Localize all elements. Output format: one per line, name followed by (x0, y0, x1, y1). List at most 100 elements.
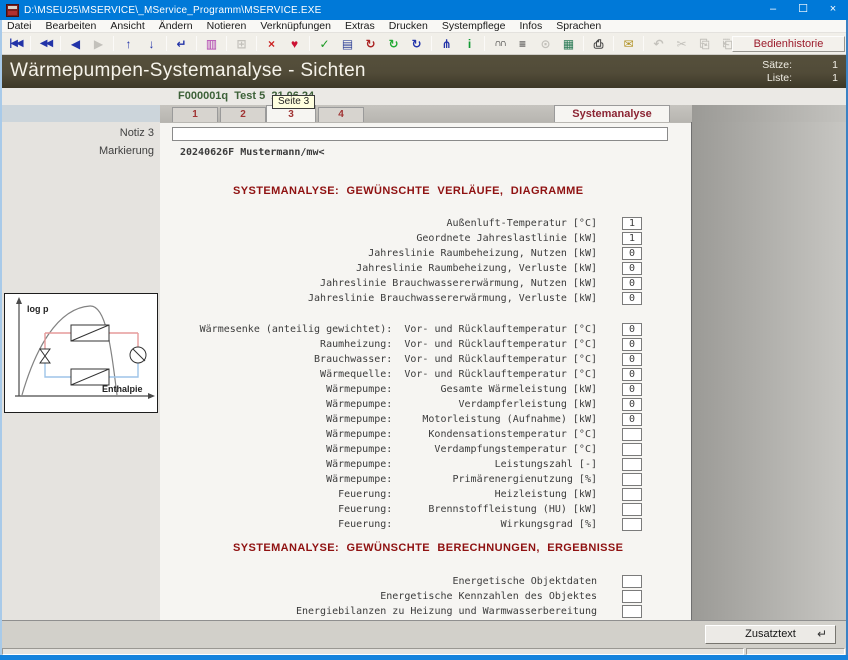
list-view-icon[interactable]: ≡ (511, 35, 534, 53)
info-icon[interactable]: i (458, 35, 481, 53)
row-value-field[interactable]: 0 (622, 323, 642, 336)
row-value-field[interactable]: 0 (622, 368, 642, 381)
row-value-field[interactable]: 0 (622, 277, 642, 290)
record-strip: F000001q Test 5 21.06.24 (0, 88, 848, 105)
toolbar-separator (309, 36, 310, 51)
close-button[interactable]: × (818, 0, 848, 20)
analysis-row: Jahreslinie Raumbeheizung, Nutzen [kW] 0 (160, 247, 691, 262)
window-title: D:\MSEU25\MSERVICE\_MService_Programm\MS… (24, 5, 322, 16)
delete-icon[interactable]: × (260, 35, 283, 53)
row-value-field[interactable]: 0 (622, 383, 642, 396)
palette-image-icon[interactable]: ▦ (557, 35, 580, 53)
notiz-input[interactable] (172, 127, 668, 141)
row-value-field[interactable]: 0 (622, 292, 642, 305)
tab-page-4[interactable]: 4 (318, 107, 364, 122)
row-value-field[interactable]: 0 (622, 338, 642, 351)
row-value-field[interactable] (622, 473, 642, 486)
section-title-verlaeufe: SYSTEMANALYSE: GEWÜNSCHTE VERLÄUFE, DIAG… (233, 185, 583, 197)
row-label: Raumheizung: Vor- und Rücklauftemperatur… (320, 339, 597, 350)
menu-infos[interactable]: Infos (512, 20, 549, 33)
expansion-valve-symbol (40, 349, 50, 363)
markierung-value: 20240626F Mustermann/mw< (180, 147, 325, 158)
tab-page-1[interactable]: 1 (172, 107, 218, 122)
analysis-row: Feuerung: Wirkungsgrad [%] (160, 518, 691, 533)
row-label: Feuerung: Wirkungsgrad [%] (338, 519, 597, 530)
nav-fast-back-icon[interactable]: ◀◀ (34, 35, 57, 53)
tab-page-2[interactable]: 2 (220, 107, 266, 122)
analysis-row: Energetische Kennzahlen des Objektes (160, 590, 691, 605)
eye-preview-icon: ⊙ (534, 35, 557, 53)
row-value-field[interactable] (622, 590, 642, 603)
row-label: Jahreslinie Brauchwassererwärmung, Verlu… (308, 293, 597, 304)
branch-link-icon[interactable]: ⋔ (435, 35, 458, 53)
row-group-3: Energetische Objektdaten Energetische Ken… (160, 575, 691, 620)
window-left-border (0, 20, 2, 655)
refresh-green-icon[interactable]: ↻ (382, 35, 405, 53)
menu-sprachen[interactable]: Sprachen (549, 20, 608, 33)
row-value-field[interactable] (622, 503, 642, 516)
toolbar-separator (30, 36, 31, 51)
bedienhistorie-button[interactable]: Bedienhistorie (732, 36, 845, 52)
menu-ansicht[interactable]: Ansicht (103, 20, 151, 33)
row-value-field[interactable]: 0 (622, 247, 642, 260)
row-value-field[interactable] (622, 605, 642, 618)
favorite-heart-icon[interactable]: ♥ (283, 35, 306, 53)
row-label: Jahreslinie Raumbeheizung, Verluste [kW] (356, 263, 597, 274)
row-value-field[interactable]: 0 (622, 413, 642, 426)
import-stamp-icon[interactable]: ▥ (200, 35, 223, 53)
row-value-field[interactable] (622, 443, 642, 456)
row-value-field[interactable] (622, 458, 642, 471)
row-value-field[interactable]: 0 (622, 262, 642, 275)
body-area: Notiz 3 Markierung (0, 122, 848, 620)
toolbar-separator (113, 36, 114, 51)
row-label: Energetische Objektdaten (453, 576, 598, 587)
row-label: Wärmepumpe: Motorleistung (Aufnahme) [kW… (326, 414, 597, 425)
left-panel: Notiz 3 Markierung (0, 122, 160, 620)
row-value-field[interactable] (622, 575, 642, 588)
analysis-row: Wärmesenke (anteilig gewichtet): Vor- un… (160, 323, 691, 338)
envelope-mail-icon[interactable]: ✉ (617, 35, 640, 53)
row-value-field[interactable]: 0 (622, 353, 642, 366)
nav-first-icon[interactable]: |◀◀ (4, 35, 27, 53)
analysis-row: Wärmepumpe: Leistungszahl [-] (160, 458, 691, 473)
row-value-field[interactable] (622, 488, 642, 501)
tab-systemanalyse[interactable]: Systemanalyse (554, 105, 670, 122)
analysis-row: Raumheizung: Vor- und Rücklauftemperatur… (160, 338, 691, 353)
menu-extras[interactable]: Extras (338, 20, 382, 33)
menu-aendern[interactable]: Ändern (152, 20, 200, 33)
nav-up-icon[interactable]: ↑ (117, 35, 140, 53)
row-value-field[interactable] (622, 428, 642, 441)
minimize-button[interactable]: – (758, 0, 788, 20)
menu-systempflege[interactable]: Systempflege (435, 20, 513, 33)
header-band: Wärmepumpen-Systemanalyse - Sichten Sätz… (0, 55, 848, 88)
row-label: Wärmequelle: Vor- und Rücklauftemperatur… (320, 369, 597, 380)
binoculars-search-icon[interactable]: ∩∩ (488, 35, 511, 53)
menu-bearbeiten[interactable]: Bearbeiten (39, 20, 104, 33)
zusatztext-button[interactable]: Zusatztext ↵ (705, 625, 836, 644)
menu-drucken[interactable]: Drucken (382, 20, 435, 33)
analysis-row: Jahreslinie Raumbeheizung, Verluste [kW]… (160, 262, 691, 277)
nav-previous-icon[interactable]: ◀ (64, 35, 87, 53)
enter-confirm-icon[interactable]: ↵ (170, 35, 193, 53)
row-value-field[interactable]: 1 (622, 232, 642, 245)
toolbar-separator (643, 36, 644, 51)
row-label: Jahreslinie Raumbeheizung, Nutzen [kW] (368, 248, 597, 259)
zusatztext-label: Zusatztext (745, 628, 796, 640)
refresh-red-icon[interactable]: ↻ (359, 35, 382, 53)
refresh-blue-icon[interactable]: ↻ (405, 35, 428, 53)
analysis-row: Energiebilanzen zu Heizung und Warmwasse… (160, 605, 691, 620)
menu-notieren[interactable]: Notieren (200, 20, 254, 33)
document-page-icon[interactable]: ▤ (336, 35, 359, 53)
liste-value: 1 (788, 72, 838, 84)
menu-datei[interactable]: Datei (0, 20, 39, 33)
row-label: Wärmepumpe: Verdampferleistung [kW] (326, 399, 597, 410)
nav-down-icon[interactable]: ↓ (140, 35, 163, 53)
confirm-check-icon[interactable]: ✓ (313, 35, 336, 53)
row-value-field[interactable]: 1 (622, 217, 642, 230)
printer-icon[interactable]: ⎙ (587, 35, 610, 53)
row-value-field[interactable]: 0 (622, 398, 642, 411)
row-value-field[interactable] (622, 518, 642, 531)
maximize-button[interactable]: ☐ (788, 0, 818, 20)
menu-verknuepfungen[interactable]: Verknüpfungen (253, 20, 338, 33)
analysis-row: Wärmepumpe: Gesamte Wärmeleistung [kW]0 (160, 383, 691, 398)
